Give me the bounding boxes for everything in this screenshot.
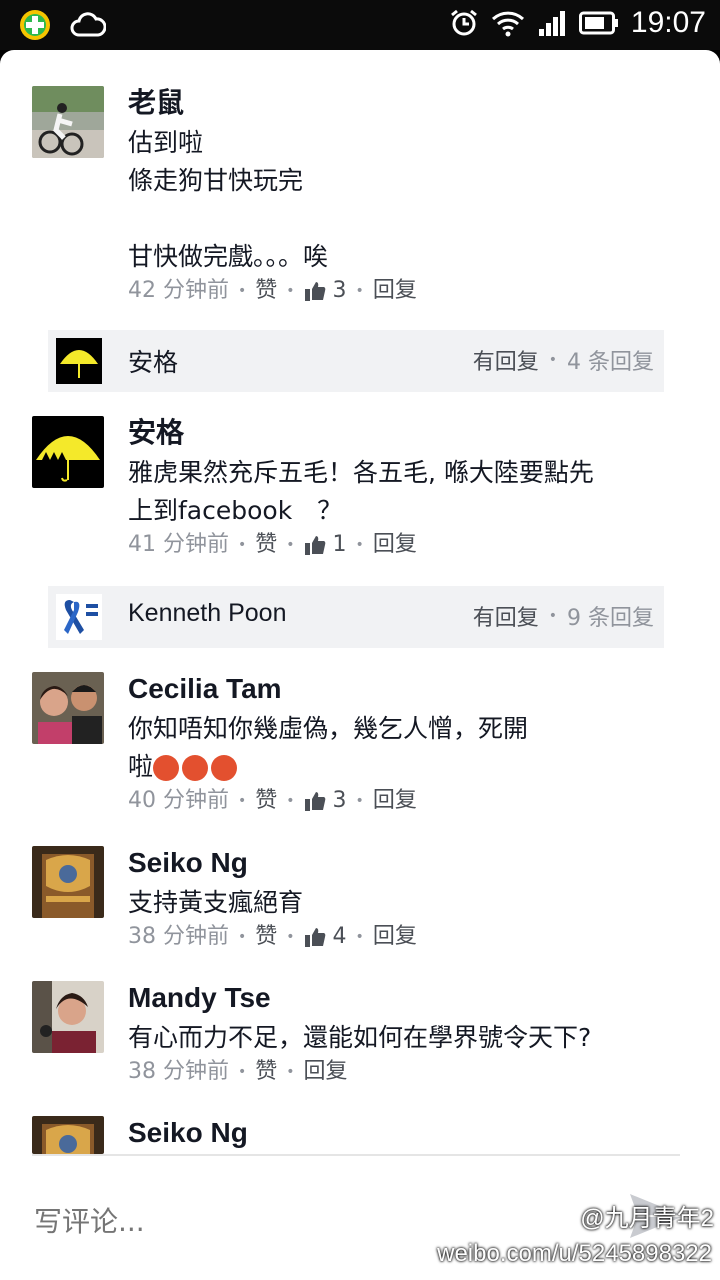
watermark-url: weibo.com/u/5245898322 (437, 1240, 712, 1267)
has-reply-label[interactable]: 有回复 (473, 600, 539, 632)
commenter-name[interactable]: Cecilia Tam (128, 672, 680, 706)
like-link[interactable]: 赞 (255, 922, 277, 952)
comment-text: 支持黃支瘋絕育 (128, 888, 304, 917)
reply-link[interactable]: 回复 (304, 1057, 348, 1087)
status-bar: 19:07 (0, 0, 720, 50)
like-count[interactable]: 3 (304, 786, 347, 816)
commenter-name[interactable]: Seiko Ng (128, 846, 680, 880)
avatar[interactable] (32, 1116, 104, 1154)
timestamp: 38 分钟前 (128, 924, 229, 949)
like-count[interactable]: 1 (304, 530, 347, 560)
clock: 19:07 (630, 6, 706, 39)
avatar[interactable] (32, 416, 104, 488)
thumbs-up-icon (304, 282, 325, 301)
commenter-name[interactable]: 老鼠 (128, 86, 680, 120)
comment-meta: 41 分钟前 • 赞 • 1 • 回复 (128, 530, 680, 560)
reply-author-name[interactable]: Kenneth Poon (128, 599, 286, 628)
comment-meta: 38 分钟前 • 赞 • 回复 (128, 1057, 680, 1087)
has-reply-label[interactable]: 有回复 (473, 344, 539, 376)
like-link[interactable]: 赞 (255, 530, 277, 560)
comment-meta: 40 分钟前 • 赞 • 3 • 回复 (128, 786, 680, 816)
avatar[interactable] (32, 672, 104, 744)
reply-summary[interactable]: Kenneth Poon 有回复 • 9 条回复 (48, 586, 664, 648)
reply-link[interactable]: 回复 (373, 786, 417, 816)
thumbs-up-icon (304, 928, 325, 947)
reply-link[interactable]: 回复 (373, 276, 417, 306)
like-count[interactable]: 4 (304, 922, 347, 952)
battery-icon (578, 11, 618, 35)
comment-text: 雅虎果然充斥五毛！各五毛, 喺大陸要點先 上到facebook ？ (128, 458, 594, 525)
reply-link[interactable]: 回复 (373, 530, 417, 560)
comment-text: 有心而力不足，還能如何在學界號令天下? (128, 1023, 592, 1052)
comment-text: 你知唔知你幾虛偽，幾乞人憎，死開啦 (128, 714, 529, 781)
weibo-logo-icon (540, 1208, 572, 1233)
thumbs-up-icon (304, 792, 325, 811)
cloud-icon (70, 12, 106, 37)
comment-input[interactable] (32, 1204, 556, 1239)
timestamp: 40 分钟前 (128, 788, 229, 813)
avatar (56, 338, 102, 384)
reply-count[interactable]: 9 条回复 (567, 600, 654, 632)
angry-emoji-icon (153, 755, 180, 781)
signal-icon (538, 11, 565, 36)
comments-panel: 老鼠 估到啦 條走狗甘快玩完 甘快做完戲。。。唉 42 分钟前 • 赞 • 3 • 回复 … (0, 50, 720, 1280)
timestamp: 41 分钟前 (128, 532, 229, 557)
comment-text: 估到啦 條走狗甘快玩完 甘快做完戲。。。唉 (128, 128, 329, 271)
comment-meta: 38 分钟前 • 赞 • 4 • 回复 (128, 922, 680, 952)
reply-count[interactable]: 4 条回复 (567, 344, 654, 376)
reply-summary[interactable]: 安格 有回复 • 4 条回复 (48, 330, 664, 392)
reply-author-name[interactable]: 安格 (128, 343, 178, 379)
avatar[interactable] (32, 981, 104, 1053)
commenter-name[interactable]: 安格 (128, 416, 680, 450)
like-count[interactable]: 3 (304, 276, 347, 306)
wifi-icon (491, 11, 524, 37)
thumbs-up-icon (304, 536, 325, 555)
app-badge-icon (20, 10, 50, 40)
comment-meta: 42 分钟前 • 赞 • 3 • 回复 (128, 276, 680, 306)
angry-emoji-icon (211, 755, 238, 781)
alarm-icon (450, 9, 477, 36)
commenter-name[interactable]: Seiko Ng (128, 1116, 680, 1150)
angry-emoji-icon (182, 755, 209, 781)
like-link[interactable]: 赞 (255, 786, 277, 816)
commenter-name[interactable]: Mandy Tse (128, 981, 680, 1015)
like-link[interactable]: 赞 (255, 276, 277, 306)
timestamp: 42 分钟前 (128, 278, 229, 303)
avatar (56, 594, 102, 640)
reply-link[interactable]: 回复 (373, 922, 417, 952)
avatar[interactable] (32, 846, 104, 918)
like-link[interactable]: 赞 (255, 1057, 277, 1087)
avatar[interactable] (32, 86, 104, 158)
watermark-handle: @九月青年2 (540, 1198, 714, 1234)
timestamp: 38 分钟前 (128, 1059, 229, 1084)
